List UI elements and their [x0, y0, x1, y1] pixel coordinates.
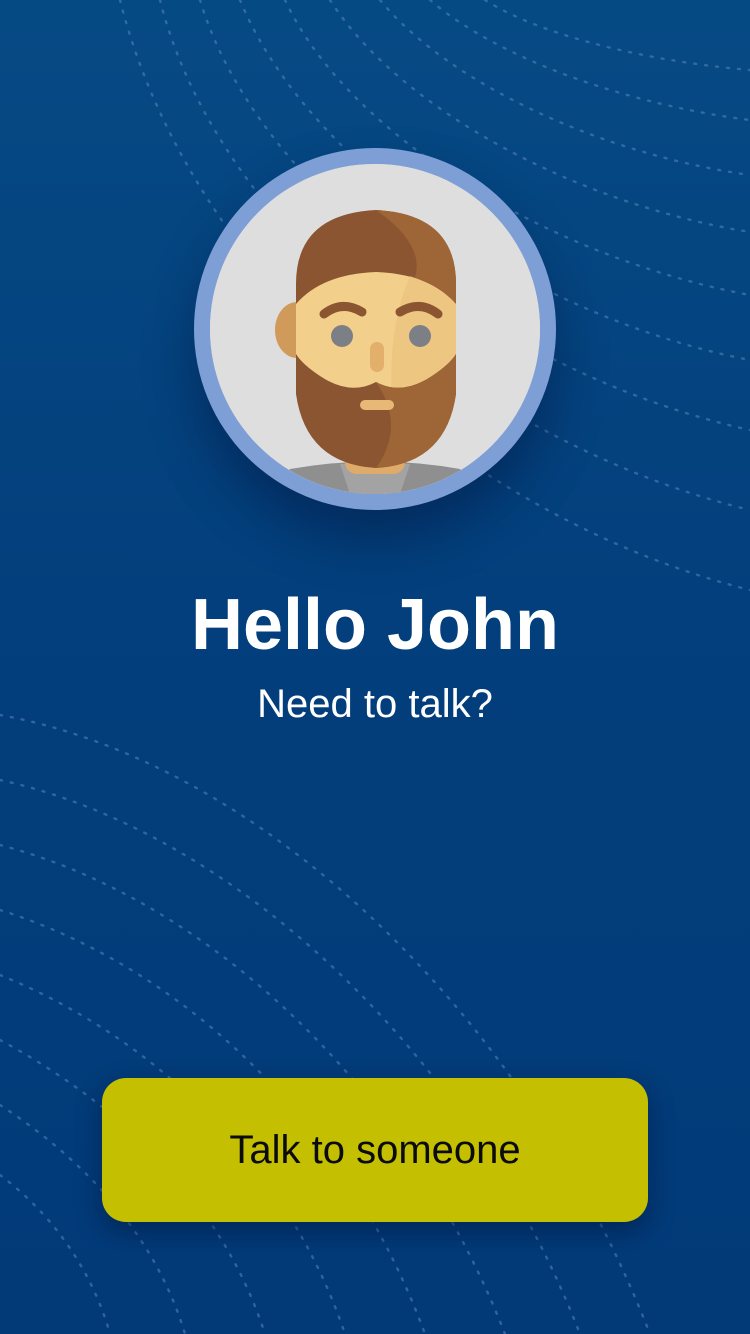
greeting-subtitle: Need to talk?: [257, 682, 493, 726]
talk-screen: Hello John Need to talk? Talk to someone: [0, 0, 750, 1334]
talk-to-someone-button[interactable]: Talk to someone: [102, 1078, 648, 1222]
avatar-image: [210, 164, 540, 494]
avatar: [194, 148, 556, 510]
bearded-man-avatar-icon: [210, 164, 540, 494]
greeting-title: Hello John: [190, 585, 559, 665]
